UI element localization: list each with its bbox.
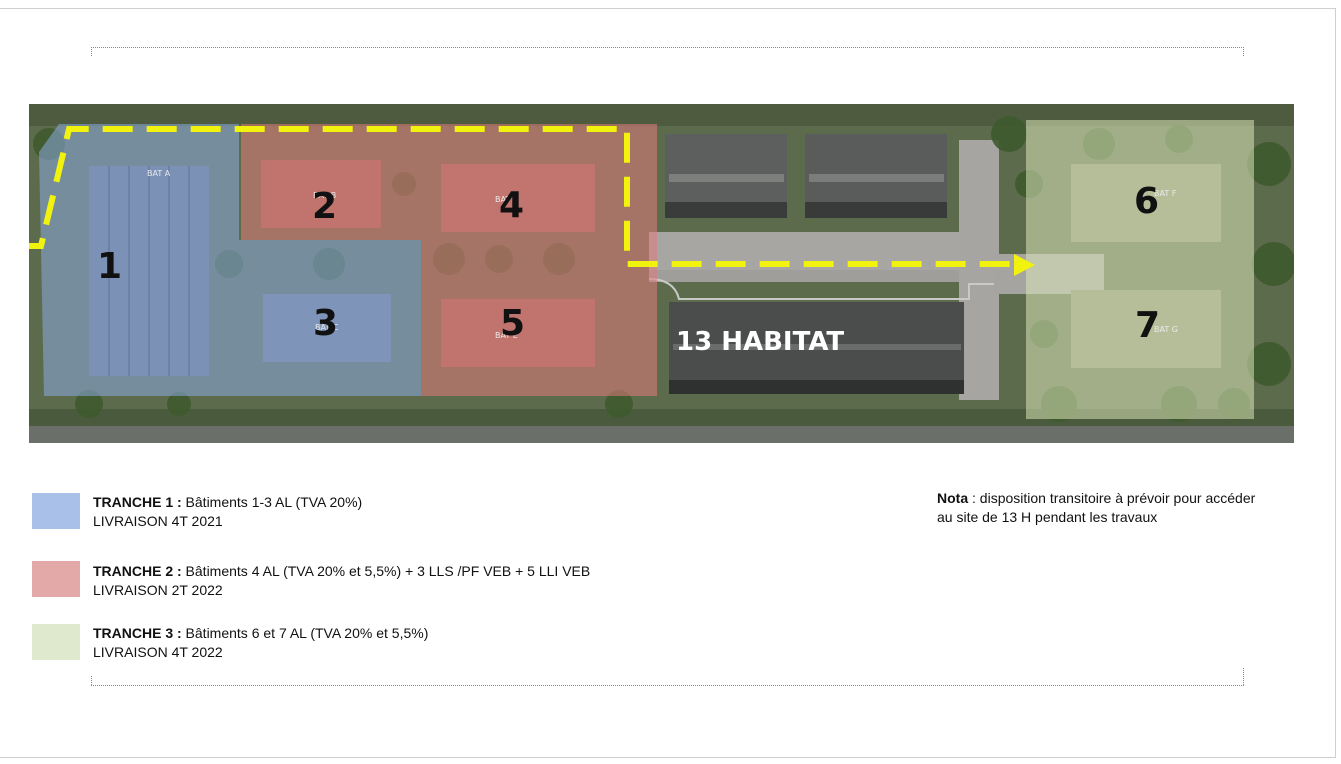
building-number-5: 5: [500, 303, 525, 344]
legend-text-tranche-3: TRANCHE 3 : Bâtiments 6 et 7 AL (TVA 20%…: [93, 624, 428, 662]
legend-delivery-tranche-2: LIVRAISON 2T 2022: [93, 582, 223, 598]
building-number-7: 7: [1135, 305, 1160, 346]
legend-desc-tranche-1: Bâtiments 1-3 AL (TVA 20%): [181, 494, 363, 510]
bottom-guide-tick-right: [1243, 668, 1244, 685]
legend-delivery-tranche-3: LIVRAISON 4T 2022: [93, 644, 223, 660]
existing-building-1: [665, 134, 787, 204]
legend-desc-tranche-3: Bâtiments 6 et 7 AL (TVA 20% et 5,5%): [181, 625, 429, 641]
legend-swatch-tranche-3: [32, 624, 80, 660]
legend-title-tranche-2: TRANCHE 2 :: [93, 563, 182, 579]
legend-swatch-tranche-1: [32, 493, 80, 529]
building-number-2: 2: [312, 186, 337, 227]
building-number-4: 4: [499, 185, 524, 226]
nota-text: : disposition transitoire à prévoir pour…: [937, 490, 1256, 525]
legend-desc-tranche-2: Bâtiments 4 AL (TVA 20% et 5,5%) + 3 LLS…: [181, 563, 591, 579]
site-plan-svg: BAT A BAT B BAT C BAT D BAT E BAT F BAT …: [29, 104, 1294, 443]
building-number-3: 3: [313, 303, 338, 344]
legend-text-tranche-1: TRANCHE 1 : Bâtiments 1-3 AL (TVA 20%) L…: [93, 493, 362, 531]
top-guide-tick-left: [91, 47, 92, 56]
bottom-guide-line: [91, 685, 1244, 686]
legend-text-tranche-2: TRANCHE 2 : Bâtiments 4 AL (TVA 20% et 5…: [93, 562, 590, 600]
building-number-1: 1: [97, 246, 122, 287]
site-plan-map: BAT A BAT B BAT C BAT D BAT E BAT F BAT …: [29, 104, 1294, 443]
tranche-3-zone: [1026, 120, 1254, 419]
bottom-guide-tick-left: [91, 676, 92, 685]
building-number-6: 6: [1134, 181, 1159, 222]
habitat-label: 13 HABITAT: [676, 327, 844, 357]
top-guide-line: [91, 47, 1244, 48]
existing-building-2: [805, 134, 947, 204]
nota-note: Nota : disposition transitoire à prévoir…: [937, 489, 1267, 527]
tag-bat-a: BAT A: [147, 169, 171, 178]
nota-label: Nota: [937, 490, 969, 506]
legend-delivery-tranche-1: LIVRAISON 4T 2021: [93, 513, 223, 529]
legend-swatch-tranche-2: [32, 561, 80, 597]
legend-title-tranche-3: TRANCHE 3 :: [93, 625, 182, 641]
legend-title-tranche-1: TRANCHE 1 :: [93, 494, 182, 510]
top-guide-tick-right: [1243, 47, 1244, 56]
